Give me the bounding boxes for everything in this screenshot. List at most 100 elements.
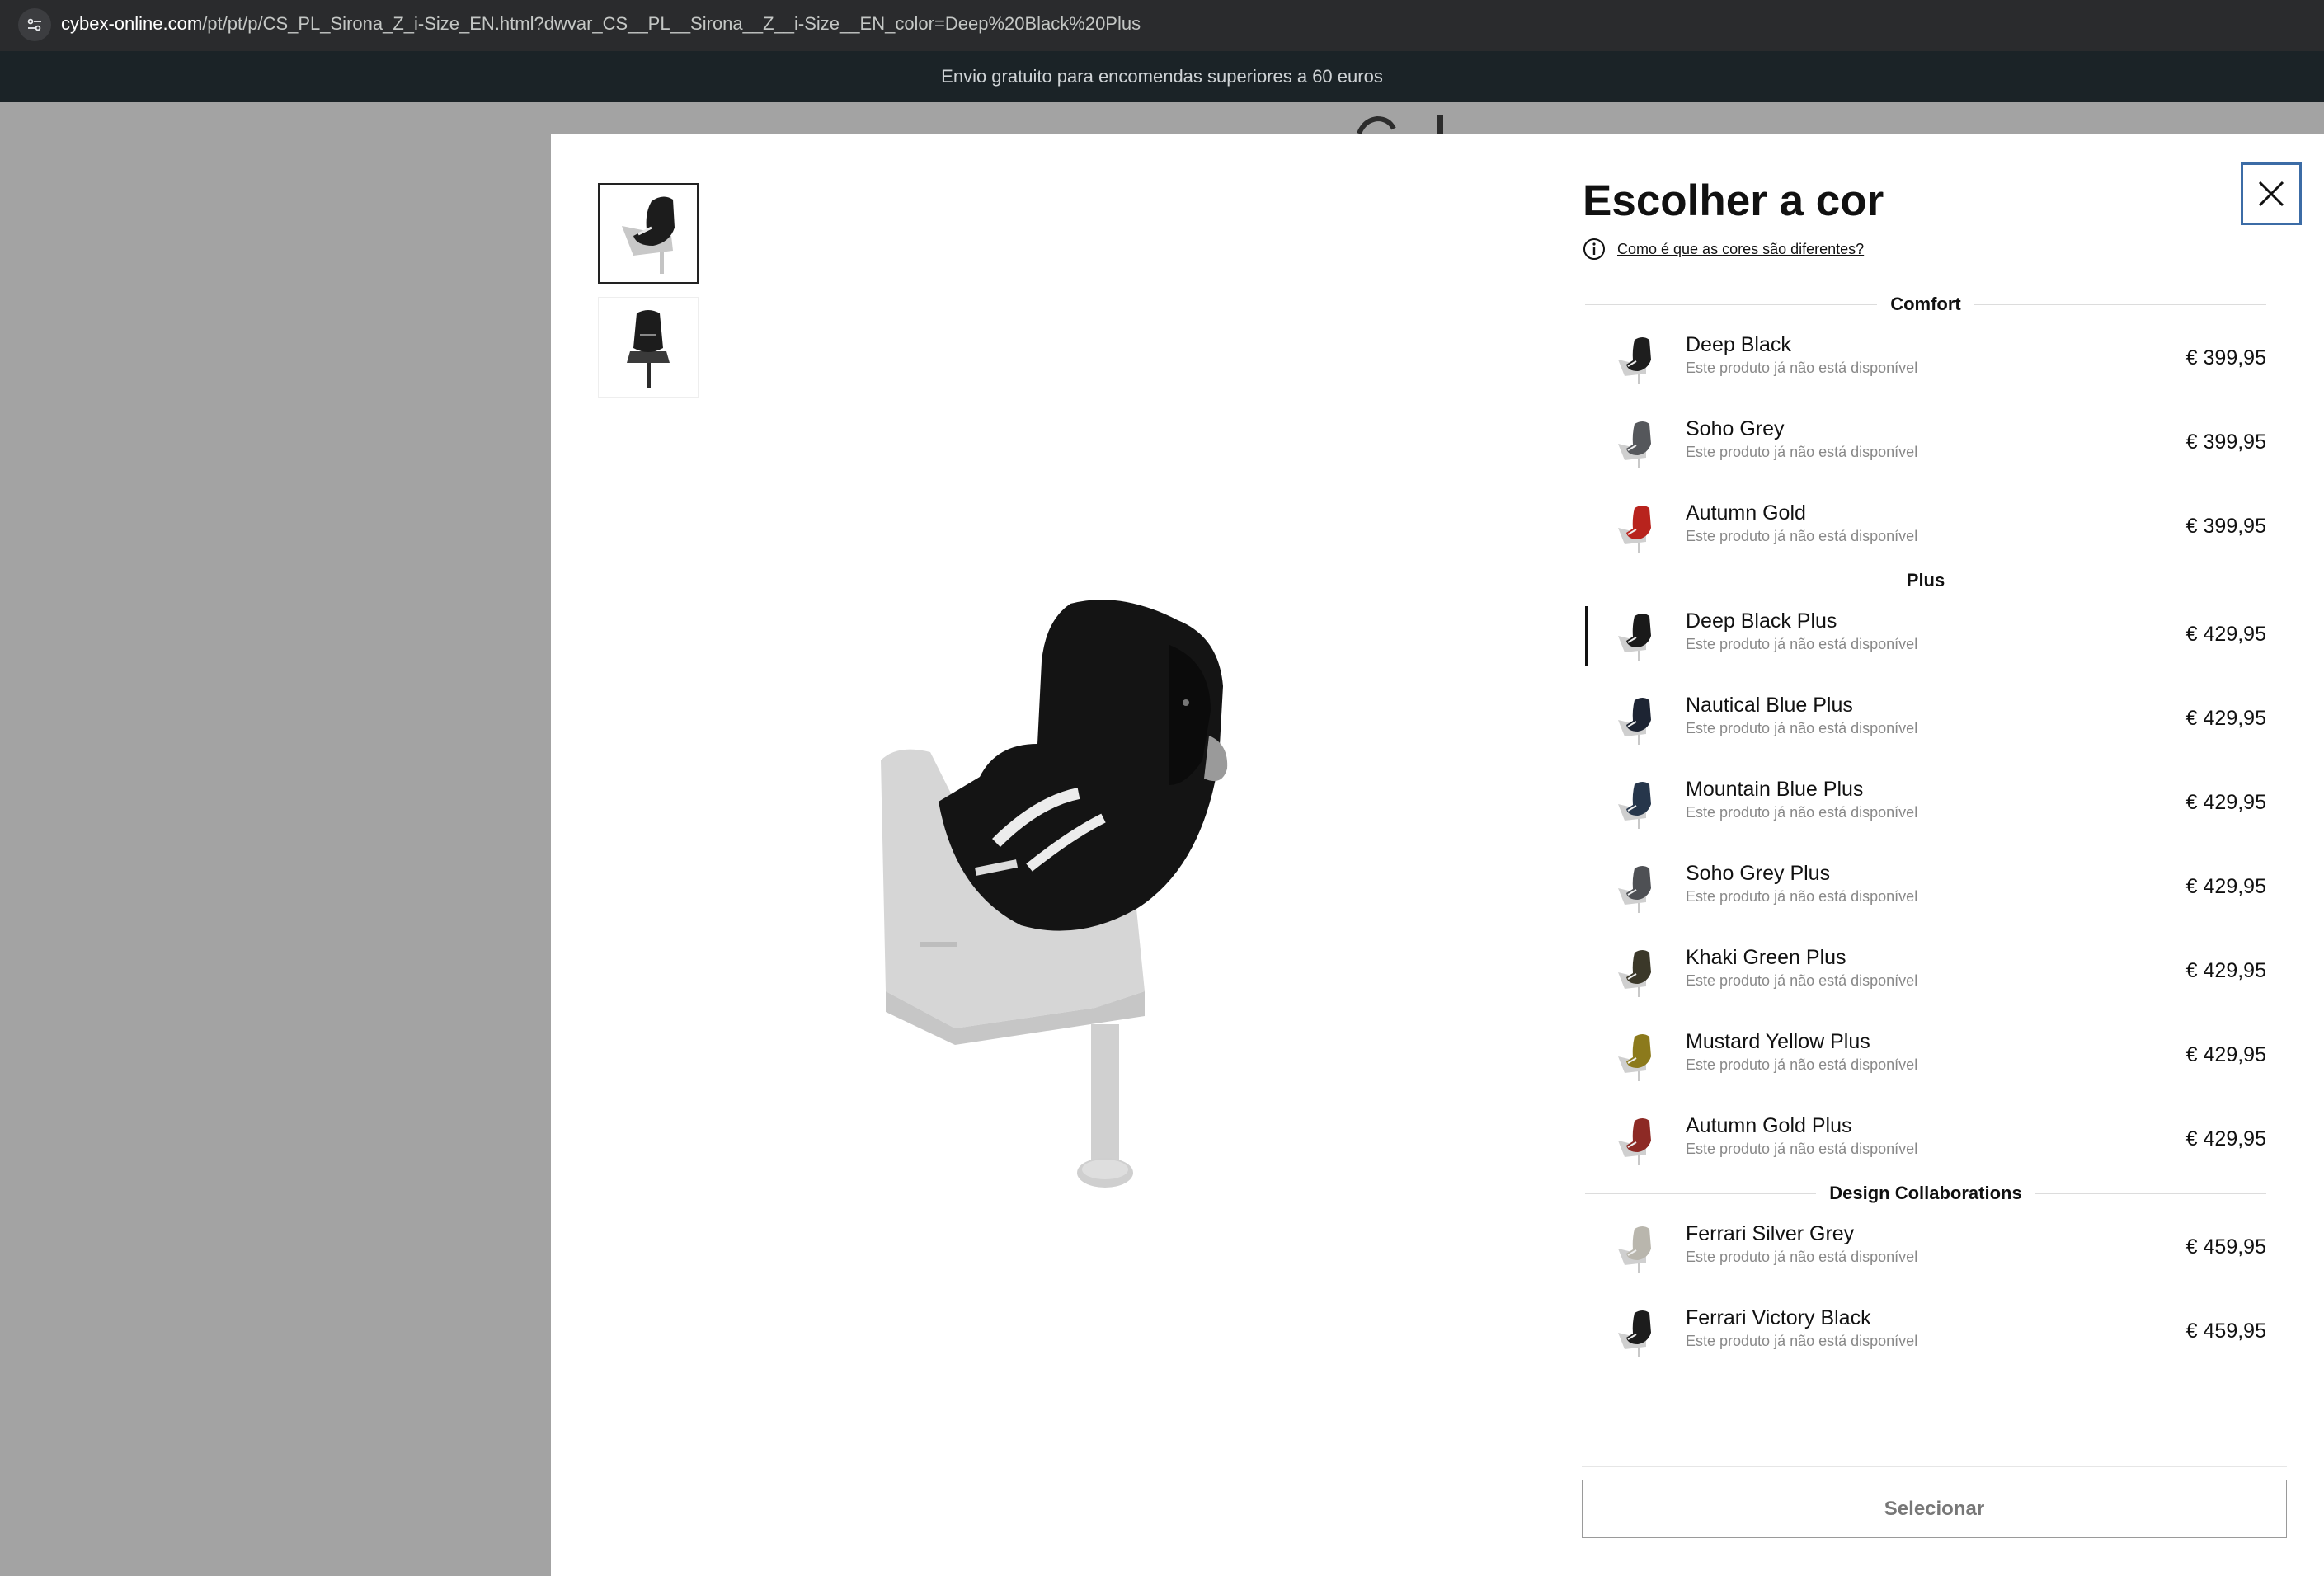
product-image-car-seat — [881, 600, 1228, 1188]
car-seat-icon — [1618, 782, 1651, 829]
selected-indicator — [1585, 606, 1588, 666]
color-option-ferrari-silver-grey[interactable]: Ferrari Silver Grey Este produto já não e… — [1585, 1212, 2266, 1285]
option-price: € 429,95 — [2185, 875, 2266, 898]
car-seat-side-icon — [622, 196, 675, 274]
option-availability: Este produto já não está disponível — [1686, 972, 1918, 989]
color-option-soho-grey[interactable]: Soho Grey Este produto já não está dispon… — [1585, 407, 2266, 480]
option-price: € 429,95 — [2185, 1043, 2266, 1066]
url-path: /pt/pt/p/CS_PL_Sirona_Z_i-Size_EN.html?d… — [202, 13, 1141, 34]
option-availability: Este produto já não está disponível — [1686, 720, 1918, 736]
color-difference-link[interactable]: Como é que as cores são diferentes? — [1617, 241, 1864, 258]
group-header-design-collaborations: Design Collaborations — [1585, 1182, 2266, 1205]
option-price: € 429,95 — [2185, 959, 2266, 982]
option-availability: Este produto já não está disponível — [1686, 1056, 1918, 1073]
seat-swatch — [1610, 1116, 1661, 1167]
seat-swatch — [1610, 611, 1661, 662]
color-option-soho-grey-plus[interactable]: Soho Grey Plus Este produto já não está d… — [1585, 852, 2266, 924]
option-name: Soho Grey — [1686, 417, 1785, 440]
color-option-mountain-blue-plus[interactable]: Mountain Blue Plus Este produto já não es… — [1585, 768, 2266, 840]
option-price: € 399,95 — [2185, 346, 2266, 369]
car-seat-icon — [1618, 1034, 1651, 1081]
seat-swatch — [1610, 948, 1661, 999]
option-availability: Este produto já não está disponível — [1686, 1333, 1918, 1349]
option-price: € 429,95 — [2185, 623, 2266, 646]
seat-swatch — [1610, 779, 1661, 830]
close-button[interactable] — [2241, 162, 2302, 225]
option-availability: Este produto já não está disponível — [1686, 444, 1918, 460]
option-price: € 429,95 — [2185, 707, 2266, 730]
modal-title: Escolher a cor — [1583, 176, 1884, 225]
select-button[interactable]: Selecionar — [1582, 1480, 2287, 1538]
info-icon — [1583, 238, 1605, 260]
car-seat-icon — [1618, 1310, 1651, 1357]
promo-banner: Envio gratuito para encomendas superiore… — [0, 51, 2324, 102]
car-seat-icon — [1618, 421, 1651, 468]
seat-swatch — [1610, 863, 1661, 915]
option-name: Nautical Blue Plus — [1686, 694, 1853, 717]
option-availability: Este produto já não está disponível — [1686, 528, 1918, 544]
group-label: Design Collaborations — [1816, 1183, 2035, 1204]
site-logo-partial — [1353, 115, 1468, 134]
site-settings-icon[interactable] — [18, 8, 51, 41]
car-seat-icon — [1618, 950, 1651, 997]
seat-swatch — [1610, 1308, 1661, 1359]
seat-swatch — [1610, 1224, 1661, 1275]
footer-divider — [1582, 1466, 2287, 1467]
option-availability: Este produto já não está disponível — [1686, 636, 1918, 652]
group-label: Plus — [1893, 570, 1959, 591]
group-header-plus: Plus — [1585, 569, 2266, 592]
seat-swatch — [1610, 335, 1661, 386]
color-option-mustard-yellow-plus[interactable]: Mustard Yellow Plus Este produto já não e… — [1585, 1020, 2266, 1093]
car-seat-icon — [1618, 698, 1651, 745]
color-option-deep-black[interactable]: Deep Black Este produto já não está dispo… — [1585, 323, 2266, 396]
thumbnail-front-view[interactable] — [598, 297, 699, 398]
thumbnail-side-view[interactable] — [598, 183, 699, 284]
car-seat-icon — [1618, 1118, 1651, 1165]
option-price: € 399,95 — [2185, 430, 2266, 454]
option-name: Ferrari Victory Black — [1686, 1306, 1871, 1329]
color-option-nautical-blue-plus[interactable]: Nautical Blue Plus Este produto já não es… — [1585, 684, 2266, 756]
seat-swatch — [1610, 1032, 1661, 1083]
car-seat-icon — [1618, 866, 1651, 913]
option-price: € 429,95 — [2185, 791, 2266, 814]
group-header-comfort: Comfort — [1585, 293, 2266, 316]
color-option-ferrari-victory-black[interactable]: Ferrari Victory Black Este produto já não… — [1585, 1296, 2266, 1369]
option-name: Ferrari Silver Grey — [1686, 1222, 1855, 1245]
car-seat-front-icon — [627, 310, 670, 388]
car-seat-icon — [1618, 614, 1651, 661]
seat-swatch — [1610, 419, 1661, 470]
color-option-autumn-gold-plus[interactable]: Autumn Gold Plus Este produto já não está… — [1585, 1104, 2266, 1177]
seat-swatch — [1610, 695, 1661, 746]
option-name: Soho Grey Plus — [1686, 862, 1831, 885]
group-label: Comfort — [1877, 294, 1974, 315]
color-option-deep-black-plus[interactable]: Deep Black Plus Este produto já não está … — [1585, 600, 2266, 672]
option-availability: Este produto já não está disponível — [1686, 804, 1918, 821]
option-name: Khaki Green Plus — [1686, 946, 1846, 969]
option-price: € 429,95 — [2185, 1127, 2266, 1150]
url-domain: cybex-online.com — [61, 13, 203, 34]
option-price: € 459,95 — [2185, 1235, 2266, 1258]
option-availability: Este produto já não está disponível — [1686, 888, 1918, 905]
option-name: Mustard Yellow Plus — [1686, 1030, 1870, 1053]
option-name: Deep Black Plus — [1686, 609, 1837, 633]
close-icon — [2258, 181, 2284, 207]
browser-url-bar[interactable]: cybex-online.com/pt/pt/p/CS_PL_Sirona_Z_… — [0, 0, 2324, 51]
color-picker-modal: Escolher a cor Como é que as cores são d… — [551, 134, 2324, 1576]
car-seat-icon — [1618, 1226, 1651, 1273]
car-seat-icon — [1618, 337, 1651, 384]
car-seat-icon — [1618, 506, 1651, 553]
option-name: Deep Black — [1686, 333, 1791, 356]
option-price: € 459,95 — [2185, 1320, 2266, 1343]
option-availability: Este produto já não está disponível — [1686, 1141, 1918, 1157]
option-availability: Este produto já não está disponível — [1686, 1249, 1918, 1265]
url-text[interactable]: cybex-online.com/pt/pt/p/CS_PL_Sirona_Z_… — [61, 12, 1141, 36]
option-name: Autumn Gold — [1686, 501, 1806, 525]
color-option-autumn-gold[interactable]: Autumn Gold Este produto já não está disp… — [1585, 492, 2266, 564]
option-name: Autumn Gold Plus — [1686, 1114, 1852, 1137]
option-name: Mountain Blue Plus — [1686, 778, 1864, 801]
option-price: € 399,95 — [2185, 515, 2266, 538]
info-row: Como é que as cores são diferentes? — [1583, 236, 1864, 262]
seat-swatch — [1610, 503, 1661, 554]
option-availability: Este produto já não está disponível — [1686, 360, 1918, 376]
color-option-khaki-green-plus[interactable]: Khaki Green Plus Este produto já não está… — [1585, 936, 2266, 1009]
